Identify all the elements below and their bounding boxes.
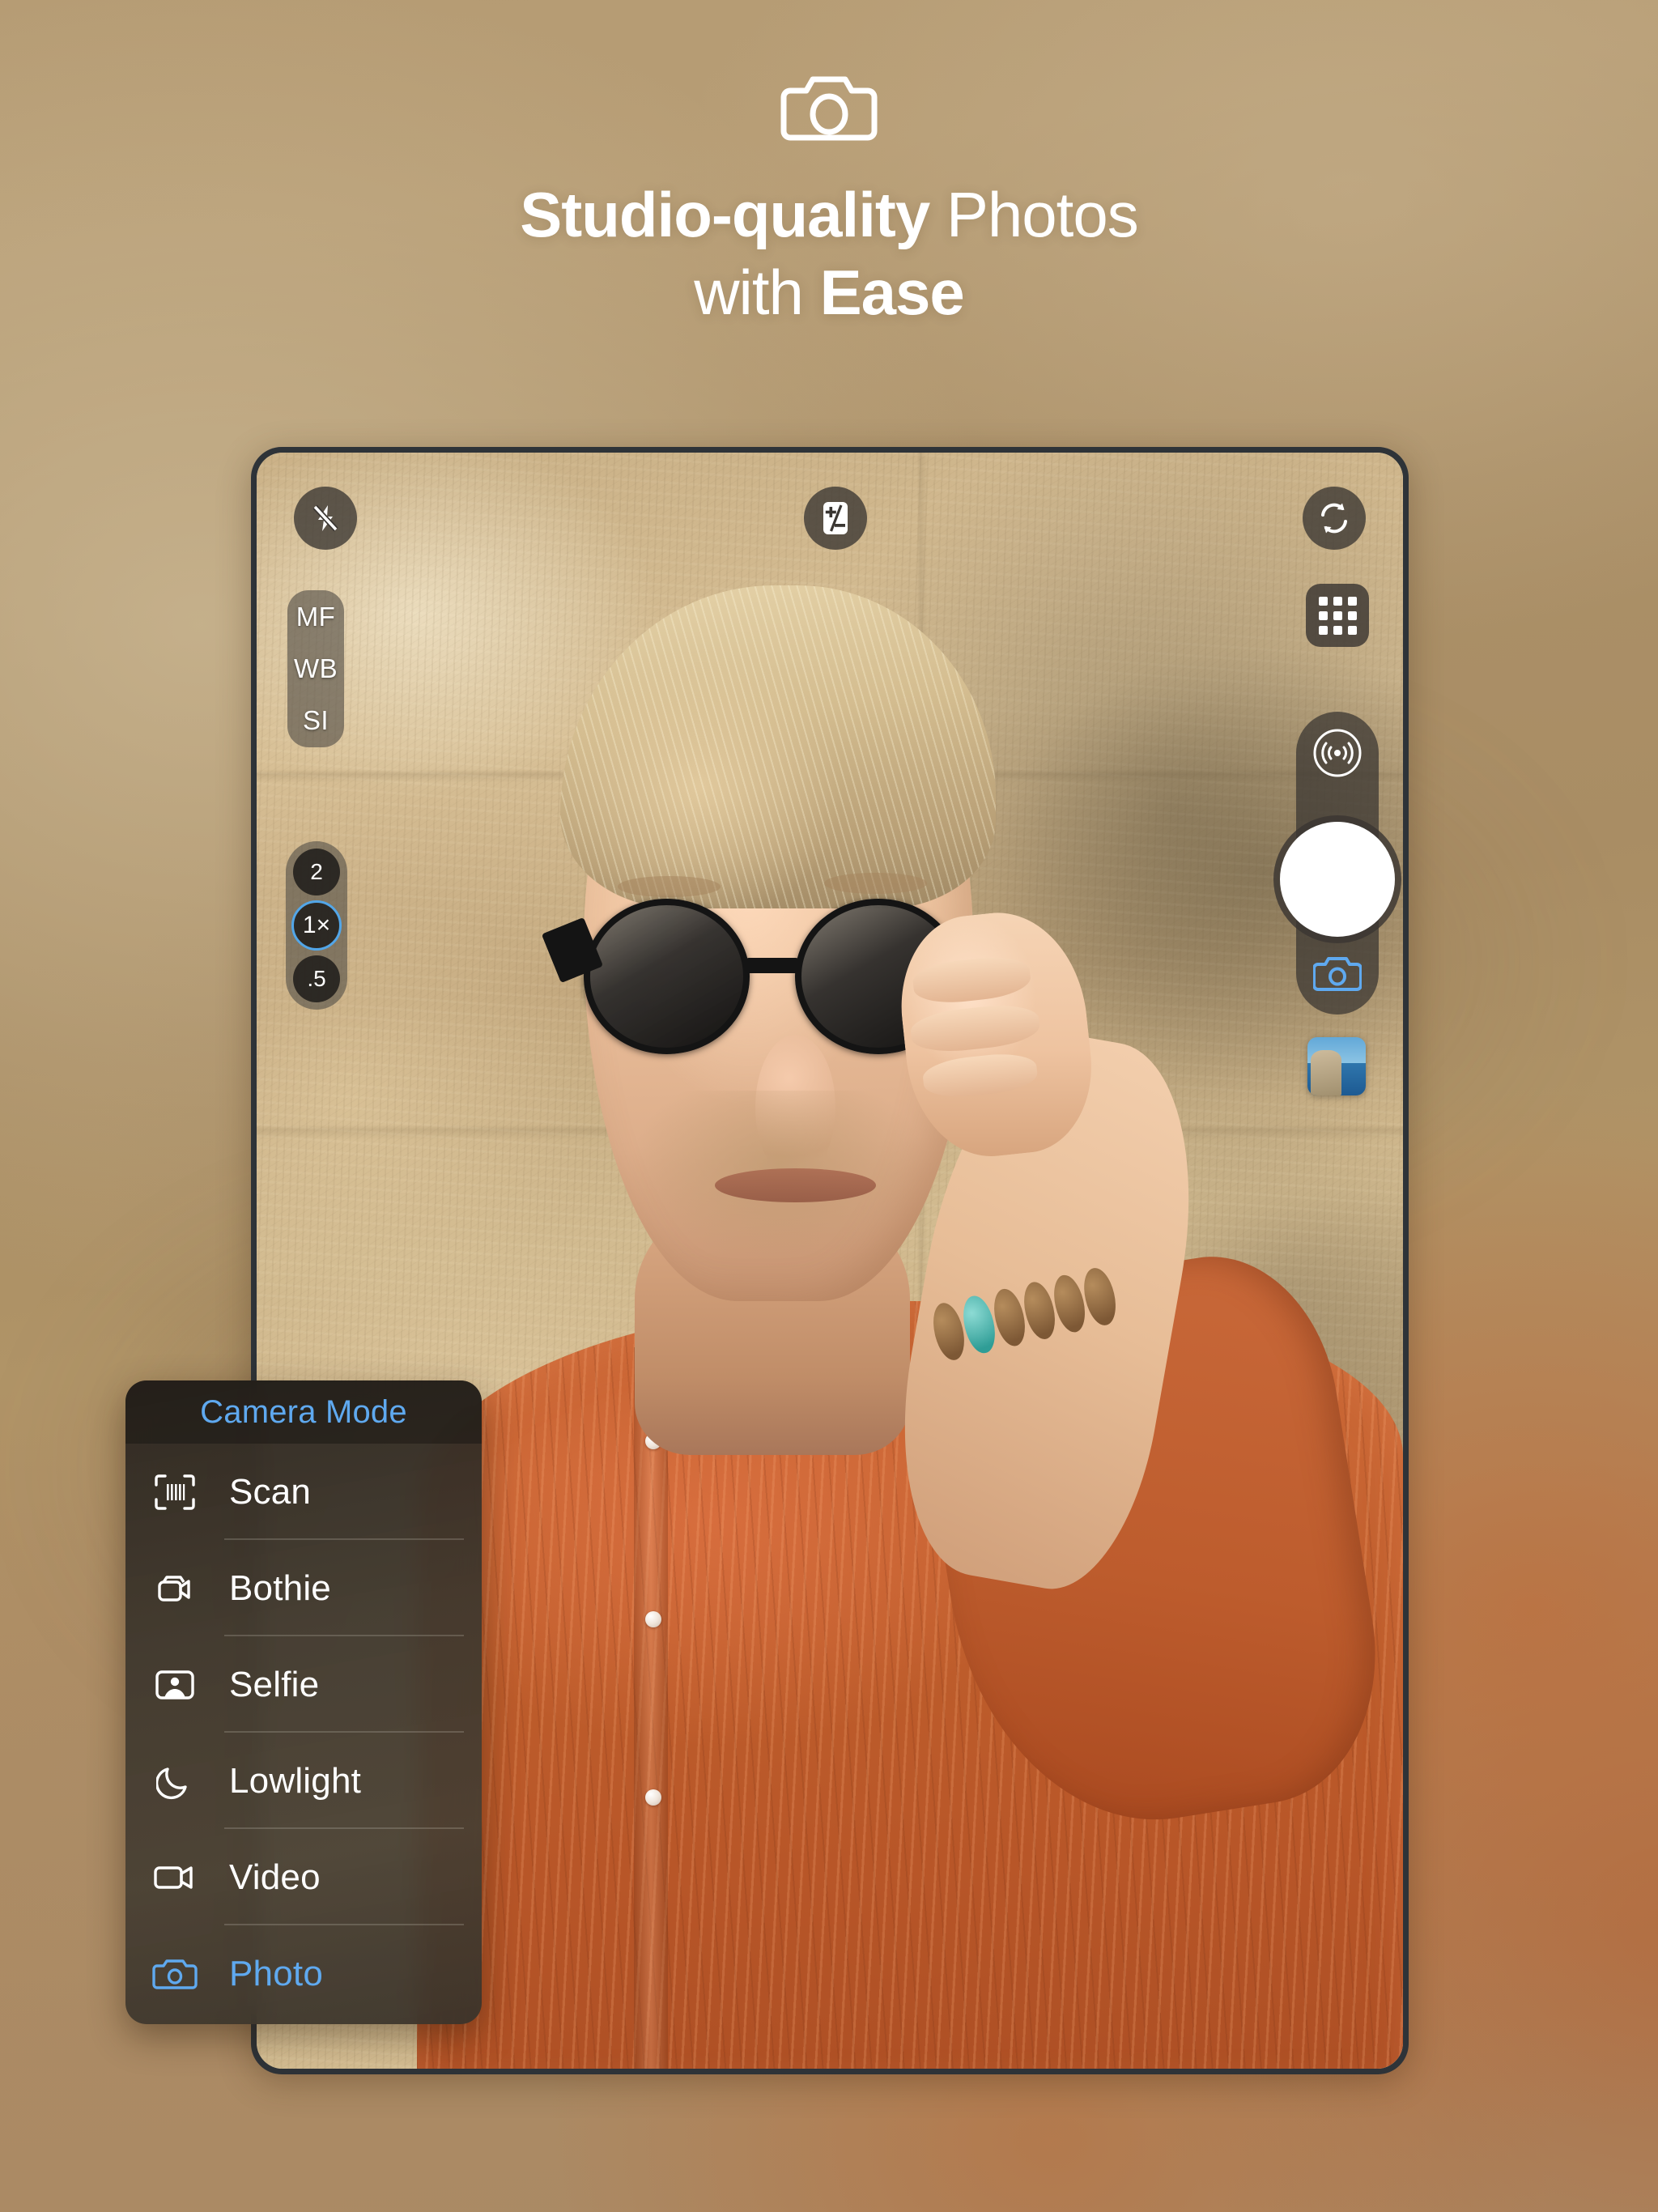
grid-overlay-button[interactable] (1306, 584, 1369, 647)
menu-item-bothie[interactable]: Bothie (125, 1540, 482, 1636)
flip-camera-icon (1317, 501, 1351, 535)
exposure-compensation-icon (820, 500, 851, 537)
bothie-icon (125, 1571, 224, 1606)
camera-mode-menu-title: Camera Mode (125, 1380, 482, 1444)
grid-icon (1318, 596, 1357, 635)
menu-item-label: Lowlight (229, 1760, 362, 1801)
menu-item-label: Photo (229, 1953, 323, 1993)
shutter-iso-toggle[interactable]: SI (303, 705, 329, 736)
last-photo-thumbnail[interactable] (1307, 1037, 1366, 1095)
camera-mode-menu[interactable]: Camera Mode Scan Bothie Selfie Lowlight … (125, 1380, 482, 2024)
menu-item-label: Selfie (229, 1664, 320, 1704)
flash-off-icon (309, 502, 342, 534)
live-photo-icon (1312, 728, 1363, 778)
zoom-level-1x[interactable]: 1× (291, 900, 342, 951)
menu-item-label: Scan (229, 1471, 312, 1512)
shutter-button[interactable] (1280, 822, 1395, 937)
menu-item-label: Video (229, 1857, 321, 1897)
menu-item-photo[interactable]: Photo (125, 1925, 482, 2022)
scan-icon (125, 1474, 224, 1511)
moon-icon (125, 1763, 224, 1800)
camera-icon (1313, 954, 1362, 993)
video-icon (125, 1862, 224, 1893)
live-photo-button[interactable] (1309, 725, 1366, 781)
menu-item-label: Bothie (229, 1568, 331, 1608)
menu-item-scan[interactable]: Scan (125, 1444, 482, 1540)
selfie-icon (125, 1667, 224, 1703)
camera-icon (125, 1957, 224, 1991)
zoom-level-2x[interactable]: 2 (293, 849, 340, 895)
menu-item-lowlight[interactable]: Lowlight (125, 1733, 482, 1829)
manual-focus-toggle[interactable]: MF (296, 602, 335, 632)
camera-mode-list: Scan Bothie Selfie Lowlight Video Photo (125, 1444, 482, 2022)
zoom-level-05x[interactable]: .5 (293, 955, 340, 1002)
menu-item-video[interactable]: Video (125, 1829, 482, 1925)
manual-adjust-stack: MF WB SI (287, 590, 344, 747)
flip-camera-button[interactable] (1303, 487, 1366, 550)
thumbnail-tower (1311, 1049, 1341, 1095)
flash-off-button[interactable] (294, 487, 357, 550)
exposure-compensation-button[interactable] (804, 487, 867, 550)
photo-mode-button[interactable] (1309, 945, 1366, 1002)
white-balance-toggle[interactable]: WB (294, 653, 338, 684)
menu-item-selfie[interactable]: Selfie (125, 1636, 482, 1733)
zoom-level-stack: 2 1× .5 (286, 841, 347, 1010)
